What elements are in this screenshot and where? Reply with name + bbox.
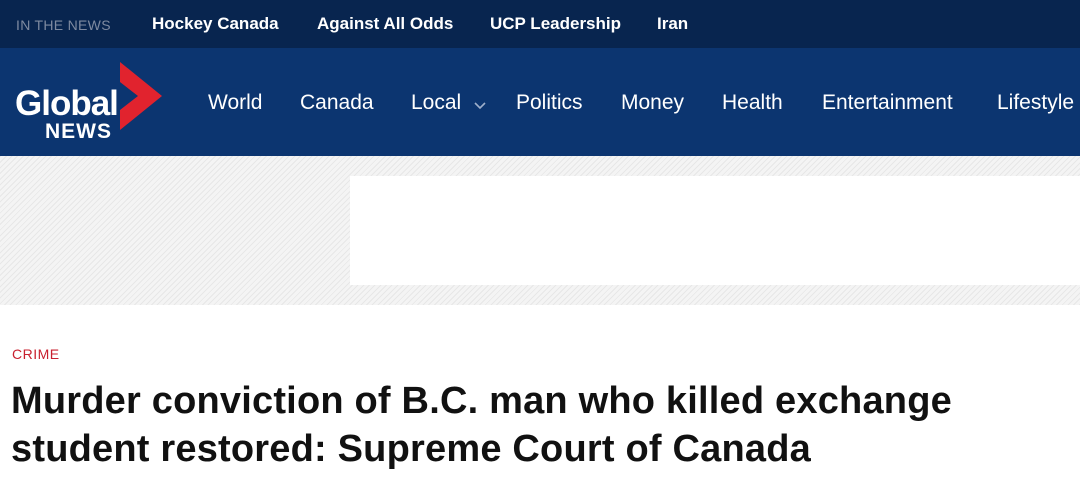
nav-item-health[interactable]: Health — [722, 91, 783, 115]
article-category-link[interactable]: CRIME — [12, 346, 60, 362]
nav-item-local[interactable]: Local — [411, 91, 461, 115]
article-headline: Murder conviction of B.C. man who killed… — [11, 380, 952, 470]
nav-item-lifestyle[interactable]: Lifestyle — [997, 91, 1074, 115]
trending-link-against-all-odds[interactable]: Against All Odds — [317, 14, 453, 34]
logo-wordmark-global: Global — [15, 84, 119, 123]
trending-link-ucp-leadership[interactable]: UCP Leadership — [490, 14, 621, 34]
logo-wordmark-news: NEWS — [45, 120, 112, 143]
nav-item-world[interactable]: World — [208, 91, 262, 115]
trending-link-iran[interactable]: Iran — [657, 14, 688, 34]
chevron-down-icon[interactable] — [474, 102, 486, 110]
global-news-logo[interactable]: Global NEWS — [12, 62, 162, 146]
main-navigation: Global NEWS World Canada Local Politics … — [0, 48, 1080, 156]
nav-item-money[interactable]: Money — [621, 91, 684, 115]
trending-link-hockey-canada[interactable]: Hockey Canada — [152, 14, 279, 34]
nav-item-politics[interactable]: Politics — [516, 91, 583, 115]
nav-item-entertainment[interactable]: Entertainment — [822, 91, 953, 115]
nav-item-canada[interactable]: Canada — [300, 91, 374, 115]
ad-banner-area — [0, 156, 1080, 305]
ad-slot[interactable] — [350, 176, 1080, 285]
logo-chevron-icon — [120, 62, 162, 130]
trending-bar: IN THE NEWS Hockey Canada Against All Od… — [0, 0, 1080, 48]
in-the-news-label: IN THE NEWS — [16, 17, 111, 33]
